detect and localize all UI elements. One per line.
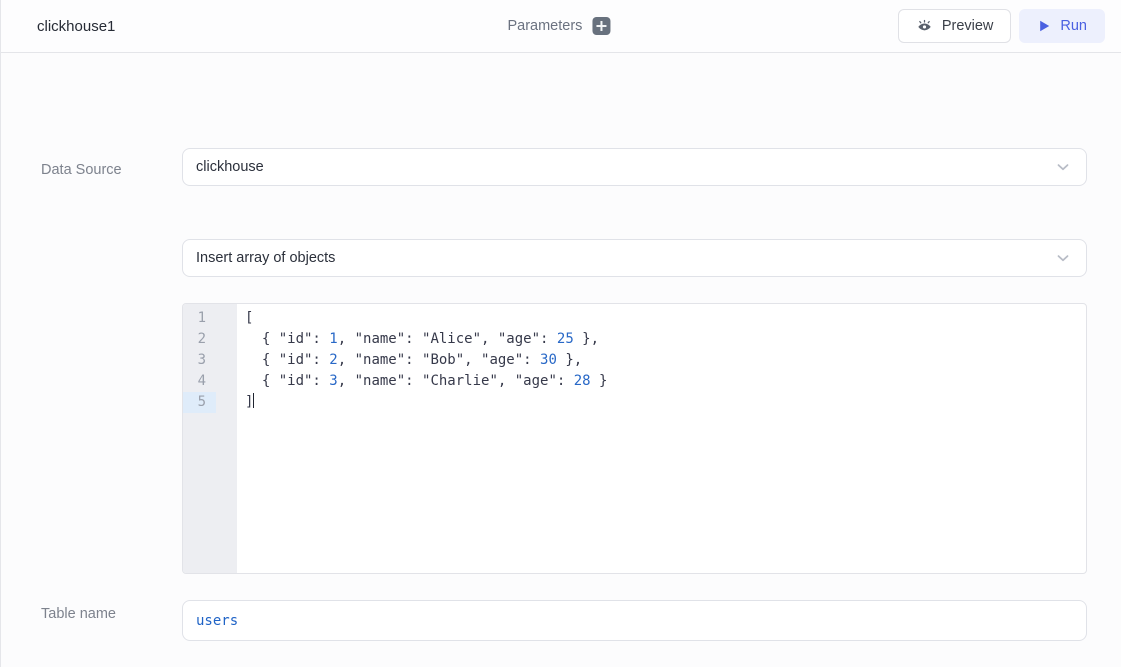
code-editor-lines[interactable]: [ { "id": 1, "name": "Alice", "age": 25 … <box>237 304 1086 573</box>
header-bar: clickhouse1 Parameters Preview <box>1 0 1121 53</box>
header-actions: Preview Run <box>898 9 1105 43</box>
query-editor-panel: clickhouse1 Parameters Preview <box>0 0 1121 667</box>
line-number: 5 <box>183 392 216 413</box>
run-button-label: Run <box>1060 18 1087 34</box>
preview-button[interactable]: Preview <box>898 9 1012 43</box>
preview-button-label: Preview <box>942 18 994 34</box>
query-form: Data Source clickhouse Insert array of o… <box>1 53 1121 666</box>
line-number: 3 <box>183 350 216 371</box>
chevron-down-icon <box>1054 249 1072 267</box>
code-line[interactable]: [ <box>245 308 1078 329</box>
add-parameter-button[interactable] <box>592 17 610 35</box>
code-line[interactable]: { "id": 1, "name": "Alice", "age": 25 }, <box>245 329 1078 350</box>
data-source-select[interactable]: clickhouse <box>182 148 1087 186</box>
data-source-label: Data Source <box>41 162 122 178</box>
eye-icon <box>916 18 933 35</box>
table-name-input[interactable] <box>182 600 1087 641</box>
query-title: clickhouse1 <box>37 18 115 35</box>
code-line[interactable]: { "id": 3, "name": "Charlie", "age": 28 … <box>245 371 1078 392</box>
line-number: 4 <box>183 371 216 392</box>
parameters-label: Parameters <box>507 18 582 34</box>
chevron-down-icon <box>1054 158 1072 176</box>
run-button[interactable]: Run <box>1019 9 1105 43</box>
play-icon <box>1037 19 1051 33</box>
data-source-value: clickhouse <box>196 159 264 175</box>
line-number: 2 <box>183 329 216 350</box>
code-line[interactable]: { "id": 2, "name": "Bob", "age": 30 }, <box>245 350 1078 371</box>
command-select[interactable]: Insert array of objects <box>182 239 1087 277</box>
parameters-section: Parameters <box>507 0 610 52</box>
table-name-label: Table name <box>41 606 116 622</box>
line-number: 1 <box>183 308 216 329</box>
text-cursor <box>253 393 254 408</box>
command-value: Insert array of objects <box>196 250 335 266</box>
code-line[interactable]: ] <box>245 392 1078 413</box>
code-editor-gutter: 12345 <box>183 304 237 573</box>
code-editor[interactable]: 12345 [ { "id": 1, "name": "Alice", "age… <box>182 303 1087 574</box>
